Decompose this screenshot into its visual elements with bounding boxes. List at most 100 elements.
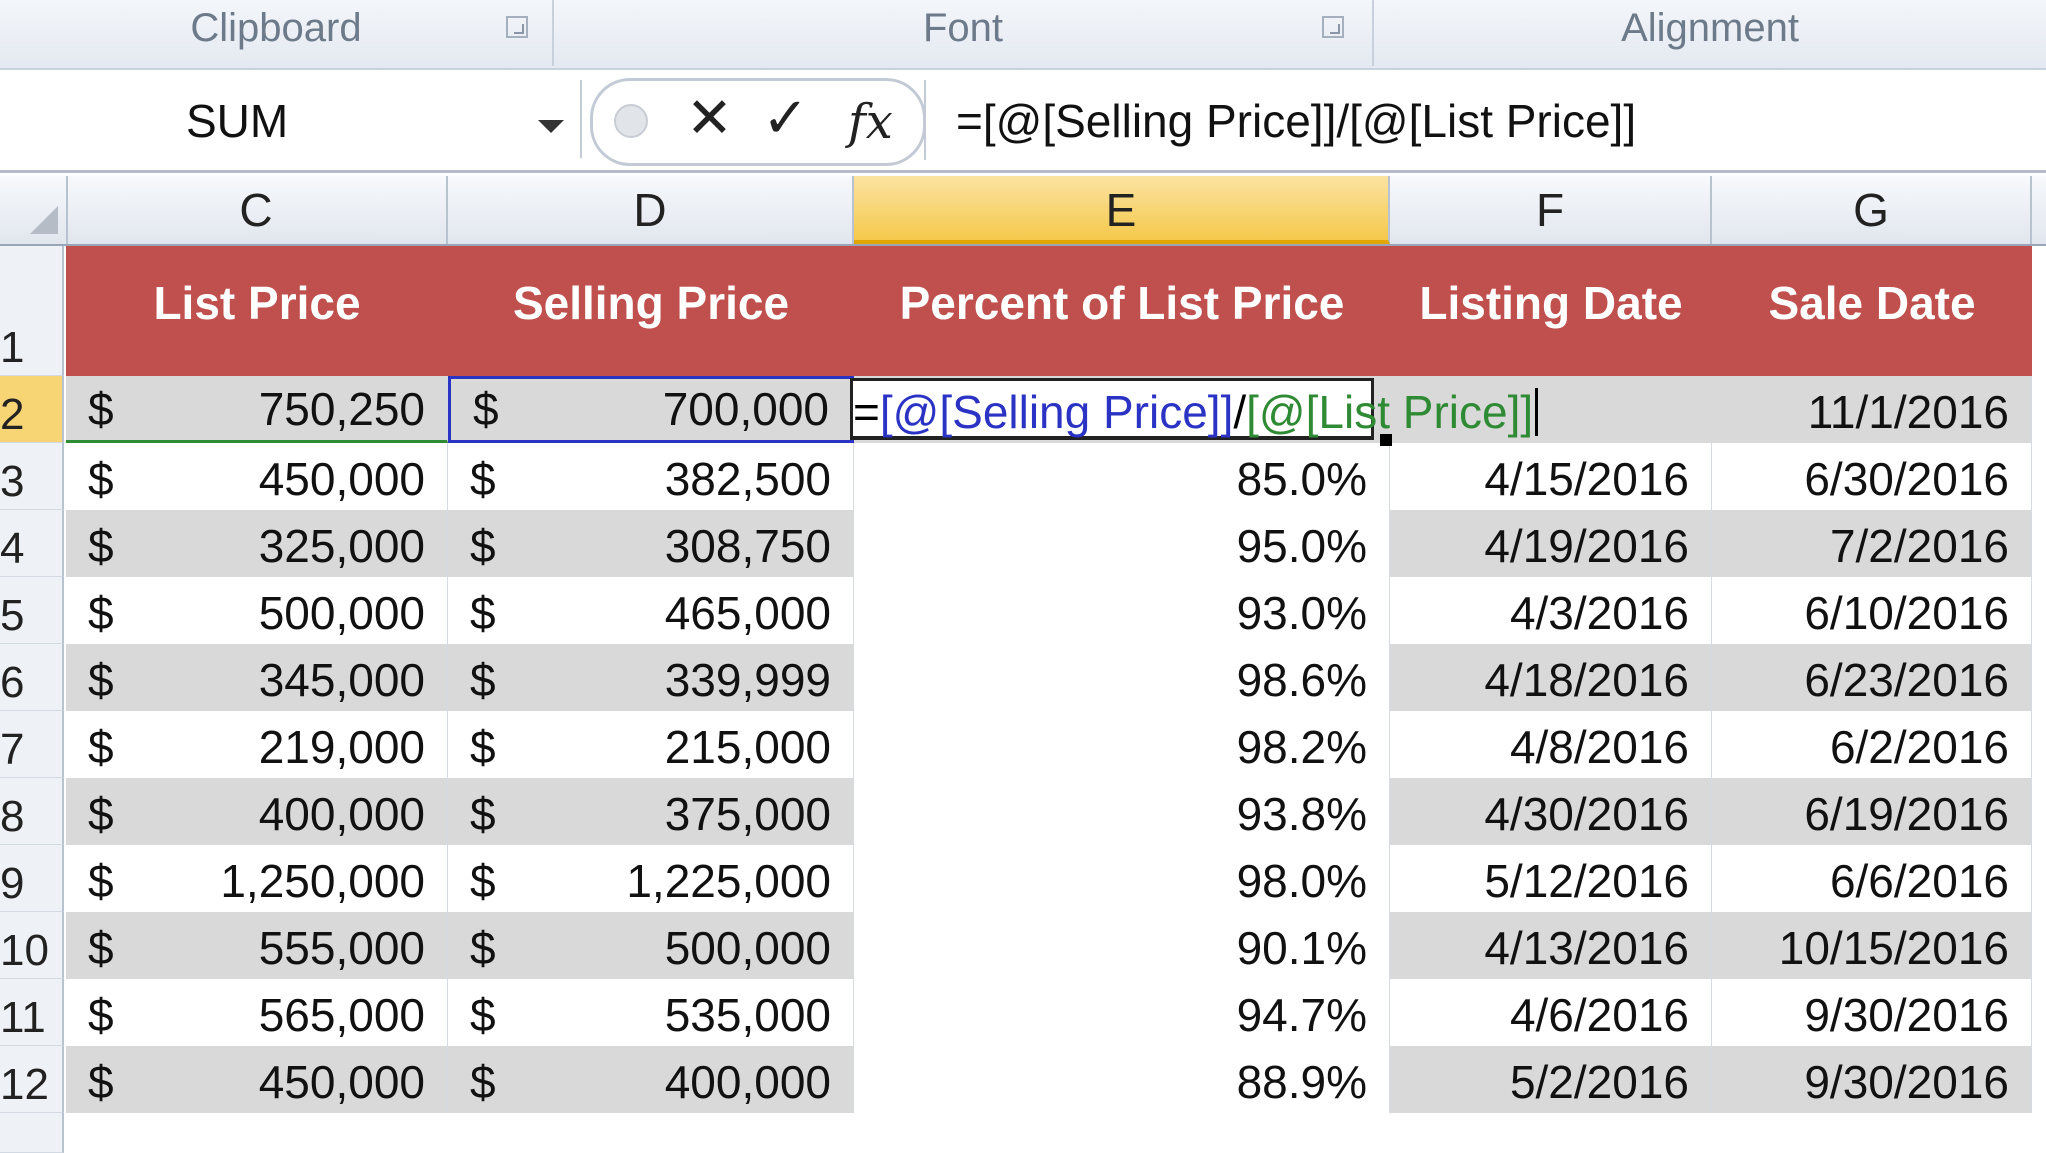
cell-percent-of-list[interactable]: 93.8% bbox=[854, 778, 1390, 845]
cell-listing-date[interactable]: 4/19/2016 bbox=[1390, 510, 1712, 577]
row-header-10[interactable]: 10 bbox=[0, 912, 64, 979]
fill-handle[interactable] bbox=[1380, 434, 1392, 446]
row-header-12[interactable]: 12 bbox=[0, 1046, 64, 1113]
row-number: 8 bbox=[0, 792, 25, 841]
font-dialog-launcher-icon[interactable] bbox=[1322, 16, 1344, 38]
sale-date-value: 6/2/2016 bbox=[1829, 721, 2009, 773]
list-price-value: 325,000 bbox=[258, 520, 425, 572]
cell-sale-date[interactable]: 6/10/2016 bbox=[1712, 577, 2032, 644]
row-header-13[interactable] bbox=[0, 1113, 64, 1153]
cell-listing-date[interactable]: 5/12/2016 bbox=[1390, 845, 1712, 912]
cell-selling-price[interactable]: $700,000 bbox=[448, 376, 854, 443]
cell-selling-price[interactable]: $308,750 bbox=[448, 510, 854, 577]
list-price-value: 219,000 bbox=[258, 721, 425, 773]
cell-percent-of-list[interactable]: 94.7% bbox=[854, 979, 1390, 1046]
cell-percent-of-list[interactable]: 88.9% bbox=[854, 1046, 1390, 1113]
cell-list-price[interactable]: $500,000 bbox=[66, 577, 448, 644]
cell-listing-date[interactable]: 4/30/2016 bbox=[1390, 778, 1712, 845]
row-header-4[interactable]: 4 bbox=[0, 510, 64, 577]
cell-list-price[interactable]: $450,000 bbox=[66, 1046, 448, 1113]
row-header-9[interactable]: 9 bbox=[0, 845, 64, 912]
percent-value: 93.0% bbox=[1236, 587, 1367, 639]
row-header-1[interactable]: 1 bbox=[0, 246, 64, 376]
select-all-button[interactable] bbox=[0, 176, 68, 244]
cell-sale-date[interactable]: 7/2/2016 bbox=[1712, 510, 2032, 577]
header-percent-of-list-price[interactable]: Percent of List Price bbox=[854, 246, 1390, 376]
cell-selling-price[interactable]: $1,225,000 bbox=[448, 845, 854, 912]
cell-percent-of-list[interactable]: 85.0% bbox=[854, 443, 1390, 510]
column-header-d[interactable]: D bbox=[448, 176, 854, 244]
header-sale-date[interactable]: Sale Date bbox=[1712, 246, 2032, 376]
cell-sale-date[interactable]: 9/30/2016 bbox=[1712, 1046, 2032, 1113]
cell-list-price[interactable]: $325,000 bbox=[66, 510, 448, 577]
cell-sale-date[interactable]: 6/6/2016 bbox=[1712, 845, 2032, 912]
cell-sale-date[interactable]: 6/19/2016 bbox=[1712, 778, 2032, 845]
cell-list-price[interactable]: $750,250 bbox=[66, 376, 448, 443]
enter-button[interactable]: ✓ bbox=[762, 88, 809, 148]
cell-list-price[interactable]: $345,000 bbox=[66, 644, 448, 711]
row-number: 4 bbox=[0, 524, 25, 573]
insert-function-button[interactable]: fx bbox=[848, 92, 893, 152]
cell-percent-of-list[interactable]: 90.1% bbox=[854, 912, 1390, 979]
cell-sale-date[interactable]: 9/30/2016 bbox=[1712, 979, 2032, 1046]
cell-listing-date[interactable]: 4/15/2016 bbox=[1390, 443, 1712, 510]
cell-listing-date[interactable]: 4/6/2016 bbox=[1390, 979, 1712, 1046]
cell-selling-price[interactable]: $535,000 bbox=[448, 979, 854, 1046]
cell-selling-price[interactable]: $339,999 bbox=[448, 644, 854, 711]
cell-sale-date[interactable]: 6/23/2016 bbox=[1712, 644, 2032, 711]
cell-listing-date[interactable]: 4/8/2016 bbox=[1390, 711, 1712, 778]
row-header-2[interactable]: 2 bbox=[0, 376, 64, 443]
row-header-5[interactable]: 5 bbox=[0, 577, 64, 644]
active-edit-cell[interactable]: =[@[Selling Price]]/[@[List Price]] bbox=[850, 378, 1539, 440]
cell-list-price[interactable]: $565,000 bbox=[66, 979, 448, 1046]
header-listing-date[interactable]: Listing Date bbox=[1390, 246, 1712, 376]
cell-list-price[interactable]: $555,000 bbox=[66, 912, 448, 979]
row-header-6[interactable]: 6 bbox=[0, 644, 64, 711]
cell-list-price[interactable]: $219,000 bbox=[66, 711, 448, 778]
cell-sale-date[interactable]: 6/2/2016 bbox=[1712, 711, 2032, 778]
row-header-11[interactable]: 11 bbox=[0, 979, 64, 1046]
currency-symbol: $ bbox=[88, 989, 114, 1041]
cell-percent-of-list[interactable]: 95.0% bbox=[854, 510, 1390, 577]
cell-percent-of-list[interactable]: 98.0% bbox=[854, 845, 1390, 912]
header-list-price[interactable]: List Price bbox=[66, 246, 448, 376]
row-header-7[interactable]: 7 bbox=[0, 711, 64, 778]
name-box-dropdown-icon[interactable] bbox=[538, 120, 564, 133]
column-header-f[interactable]: F bbox=[1390, 176, 1712, 244]
cell-list-price[interactable]: $1,250,000 bbox=[66, 845, 448, 912]
cell-selling-price[interactable]: $400,000 bbox=[448, 1046, 854, 1113]
cell-selling-price[interactable]: $382,500 bbox=[448, 443, 854, 510]
cell-listing-date[interactable]: 4/3/2016 bbox=[1390, 577, 1712, 644]
cell-selling-price[interactable]: $375,000 bbox=[448, 778, 854, 845]
cell-selling-price[interactable]: $465,000 bbox=[448, 577, 854, 644]
column-header-g[interactable]: G bbox=[1712, 176, 2032, 244]
name-box[interactable]: SUM bbox=[0, 80, 582, 158]
currency-symbol: $ bbox=[470, 1056, 496, 1108]
formula-bar-resize-handle-icon[interactable] bbox=[614, 104, 648, 138]
cell-listing-date[interactable]: 5/2/2016 bbox=[1390, 1046, 1712, 1113]
cell-sale-date[interactable]: 10/15/2016 bbox=[1712, 912, 2032, 979]
column-header-e[interactable]: E bbox=[854, 176, 1390, 244]
cell-percent-of-list[interactable]: 98.2% bbox=[854, 711, 1390, 778]
listing-date-value: 5/12/2016 bbox=[1484, 855, 1689, 907]
column-header-c[interactable]: C bbox=[66, 176, 448, 244]
sale-date-value: 10/15/2016 bbox=[1778, 922, 2009, 974]
cell-percent-of-list[interactable]: 98.6% bbox=[854, 644, 1390, 711]
cell-selling-price[interactable]: $215,000 bbox=[448, 711, 854, 778]
percent-value: 90.1% bbox=[1236, 922, 1367, 974]
row-header-8[interactable]: 8 bbox=[0, 778, 64, 845]
formula-input[interactable]: =[@[Selling Price]]/[@[List Price]] bbox=[924, 80, 2046, 160]
cell-sale-date[interactable]: 11/1/2016 bbox=[1712, 376, 2032, 443]
row-header-3[interactable]: 3 bbox=[0, 443, 64, 510]
cancel-button[interactable]: ✕ bbox=[686, 88, 733, 148]
cell-list-price[interactable]: $450,000 bbox=[66, 443, 448, 510]
header-selling-price[interactable]: Selling Price bbox=[448, 246, 854, 376]
cell-percent-of-list[interactable]: 93.0% bbox=[854, 577, 1390, 644]
cell-listing-date[interactable]: 4/18/2016 bbox=[1390, 644, 1712, 711]
cell-selling-price[interactable]: $500,000 bbox=[448, 912, 854, 979]
cell-listing-date[interactable]: 4/13/2016 bbox=[1390, 912, 1712, 979]
cell-sale-date[interactable]: 6/30/2016 bbox=[1712, 443, 2032, 510]
table-row-partial bbox=[66, 1113, 2032, 1153]
clipboard-dialog-launcher-icon[interactable] bbox=[506, 16, 528, 38]
cell-list-price[interactable]: $400,000 bbox=[66, 778, 448, 845]
